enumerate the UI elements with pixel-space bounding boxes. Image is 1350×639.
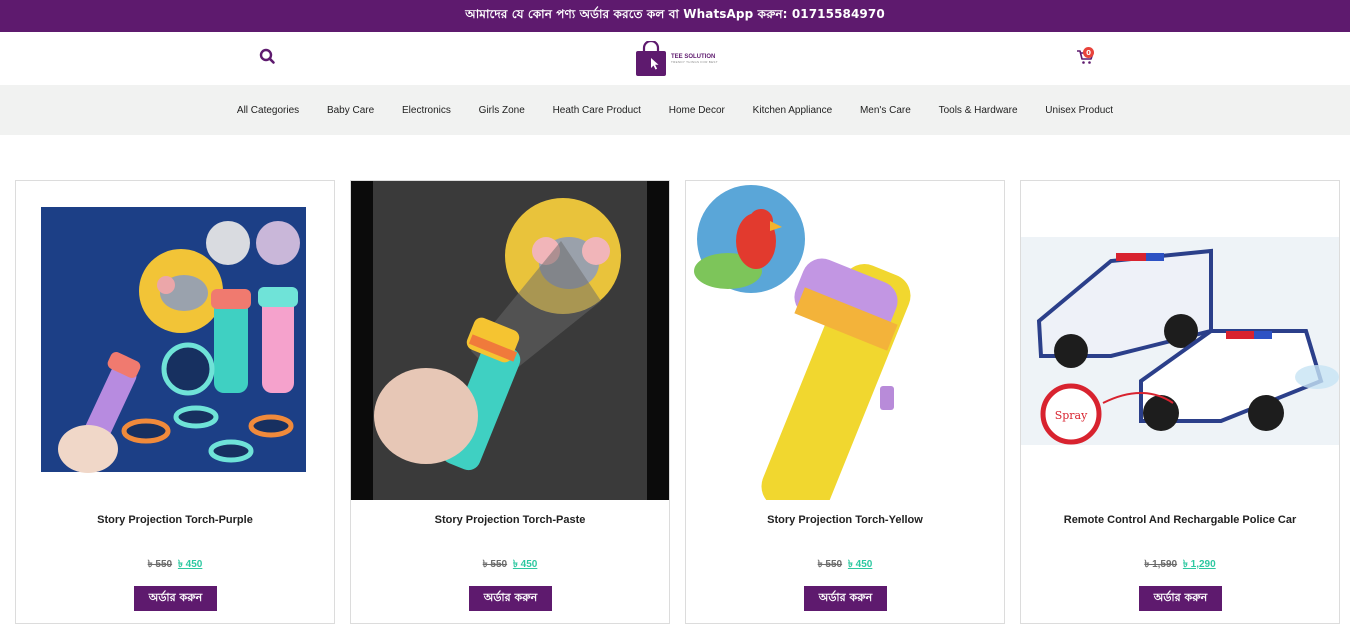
category-nav: All Categories Baby Care Electronics Gir… xyxy=(0,85,1350,135)
order-button[interactable]: অর্ডার করুন xyxy=(1139,586,1222,611)
old-price: ৳ 550 xyxy=(817,559,843,570)
category-kitchen-appliance[interactable]: Kitchen Appliance xyxy=(753,105,833,116)
product-title[interactable]: Remote Control And Rechargable Police Ca… xyxy=(1021,514,1339,526)
search-icon xyxy=(259,48,275,64)
svg-text:Spray: Spray xyxy=(1055,409,1088,422)
site-header: TEE SOLUTION TRENDY THINGS FOR BEST 0 xyxy=(0,32,1350,85)
product-card: Story Projection Torch-Purple ৳ 550 ৳ 45… xyxy=(15,180,335,624)
category-health-care-product[interactable]: Heath Care Product xyxy=(553,105,641,116)
category-baby-care[interactable]: Baby Care xyxy=(327,105,374,116)
category-mens-care[interactable]: Men's Care xyxy=(860,105,911,116)
product-card: Story Projection Torch-Paste ৳ 550 ৳ 450… xyxy=(350,180,670,624)
product-card: Spray Remote Control And Rechargable Pol… xyxy=(1020,180,1340,624)
old-price: ৳ 550 xyxy=(147,559,173,570)
announcement-text: আমাদের যে কোন পণ্য অর্ডার করতে কল বা Wha… xyxy=(465,7,885,21)
order-button[interactable]: অর্ডার করুন xyxy=(134,586,217,611)
category-home-decor[interactable]: Home Decor xyxy=(669,105,725,116)
shopping-bag-logo-icon xyxy=(636,41,666,76)
category-all-categories[interactable]: All Categories xyxy=(237,105,299,116)
order-button[interactable]: অর্ডার করুন xyxy=(469,586,552,611)
search-button[interactable] xyxy=(257,46,279,68)
product-price: ৳ 1,590 ৳ 1,290 xyxy=(1021,557,1339,574)
announcement-bar: আমাদের যে কোন পণ্য অর্ডার করতে কল বা Wha… xyxy=(0,0,1350,32)
product-title[interactable]: Story Projection Torch-Paste xyxy=(351,514,669,526)
product-price: ৳ 550 ৳ 450 xyxy=(351,557,669,574)
logo-tagline: TRENDY THINGS FOR BEST xyxy=(671,60,718,64)
old-price: ৳ 550 xyxy=(482,559,508,570)
sale-price: ৳ 450 xyxy=(512,559,538,570)
site-logo[interactable]: TEE SOLUTION TRENDY THINGS FOR BEST xyxy=(634,40,724,78)
order-button[interactable]: অর্ডার করুন xyxy=(804,586,887,611)
product-price: ৳ 550 ৳ 450 xyxy=(686,557,1004,574)
logo-text: TEE SOLUTION TRENDY THINGS FOR BEST xyxy=(671,54,718,64)
old-price: ৳ 1,590 xyxy=(1144,559,1178,570)
product-price: ৳ 550 ৳ 450 xyxy=(16,557,334,574)
sale-price: ৳ 450 xyxy=(177,559,203,570)
product-title[interactable]: Story Projection Torch-Purple xyxy=(16,514,334,526)
category-electronics[interactable]: Electronics xyxy=(402,105,451,116)
product-card: Story Projection Torch-Yellow ৳ 550 ৳ 45… xyxy=(685,180,1005,624)
product-image[interactable]: Spray xyxy=(1021,181,1339,500)
sale-price: ৳ 450 xyxy=(847,559,873,570)
category-girls-zone[interactable]: Girls Zone xyxy=(479,105,525,116)
product-title[interactable]: Story Projection Torch-Yellow xyxy=(686,514,1004,526)
product-image[interactable] xyxy=(686,181,1004,500)
sale-price: ৳ 1,290 xyxy=(1182,559,1216,570)
product-image[interactable] xyxy=(16,181,334,500)
category-tools-hardware[interactable]: Tools & Hardware xyxy=(939,105,1018,116)
product-image[interactable] xyxy=(351,181,669,500)
cart-count-badge: 0 xyxy=(1083,47,1094,58)
category-unisex-product[interactable]: Unisex Product xyxy=(1045,105,1113,116)
